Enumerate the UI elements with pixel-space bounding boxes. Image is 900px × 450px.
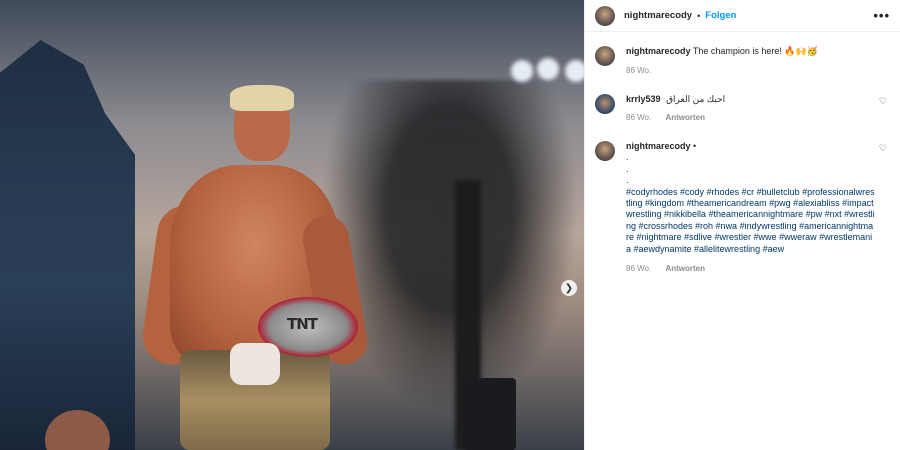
- belt-logo-text: TNT: [287, 315, 318, 333]
- comment-text: احبك من العراق: [666, 94, 726, 104]
- comment-line: .: [626, 152, 629, 163]
- post-side-panel: nightmarecody • Folgen ••• nightmarecody…: [584, 0, 900, 450]
- comment-line: .: [626, 175, 629, 186]
- more-options-icon[interactable]: •••: [873, 8, 890, 23]
- reply-button[interactable]: Antworten: [665, 113, 705, 122]
- comment: krrly539 احبك من العراق 86 Wo. Antworten…: [595, 94, 891, 124]
- next-image-button[interactable]: ❯: [561, 280, 577, 296]
- like-heart-icon[interactable]: ♡: [879, 96, 887, 107]
- header-separator: •: [697, 10, 701, 21]
- avatar[interactable]: [595, 5, 615, 26]
- chevron-right-icon: ❯: [564, 282, 574, 294]
- stadium-light: [537, 58, 559, 80]
- comment: nightmarecody • . . . #codyrhodes #cody …: [595, 141, 891, 274]
- caption: nightmarecody The champion is here! 🔥🙌🥳 …: [595, 46, 891, 77]
- wrestler-hair: [230, 85, 294, 111]
- avatar[interactable]: [595, 141, 615, 161]
- avatar[interactable]: [595, 46, 615, 66]
- caption-username[interactable]: nightmarecody: [626, 46, 691, 56]
- comment-time[interactable]: 86 Wo.: [626, 264, 651, 273]
- wrist-tape: [230, 343, 280, 385]
- avatar[interactable]: [595, 94, 615, 114]
- stadium-light: [565, 60, 584, 82]
- caption-emojis: 🔥🙌🥳: [784, 47, 819, 57]
- header-username[interactable]: nightmarecody: [624, 10, 692, 21]
- comment-time[interactable]: 86 Wo.: [626, 113, 651, 122]
- like-heart-icon[interactable]: ♡: [879, 143, 887, 154]
- post-header: nightmarecody • Folgen •••: [585, 0, 900, 32]
- stadium-light: [511, 60, 533, 82]
- post-photo[interactable]: TNT ❯: [0, 0, 584, 450]
- reply-button[interactable]: Antworten: [665, 264, 705, 273]
- wrestler-figure: TNT: [139, 85, 371, 450]
- comment-username[interactable]: krrly539: [626, 94, 661, 104]
- caption-text: The champion is here!: [692, 46, 782, 56]
- background-building: [0, 40, 135, 450]
- follow-button[interactable]: Folgen: [705, 10, 736, 21]
- comment-username[interactable]: nightmarecody: [626, 141, 691, 151]
- comment-line: .: [626, 163, 629, 174]
- comment-dot: •: [693, 141, 697, 151]
- caption-time[interactable]: 86 Wo.: [626, 66, 651, 75]
- background-camera: [462, 378, 516, 450]
- comment-hashtags[interactable]: #codyrhodes #cody #rhodes #cr #bulletclu…: [626, 187, 876, 255]
